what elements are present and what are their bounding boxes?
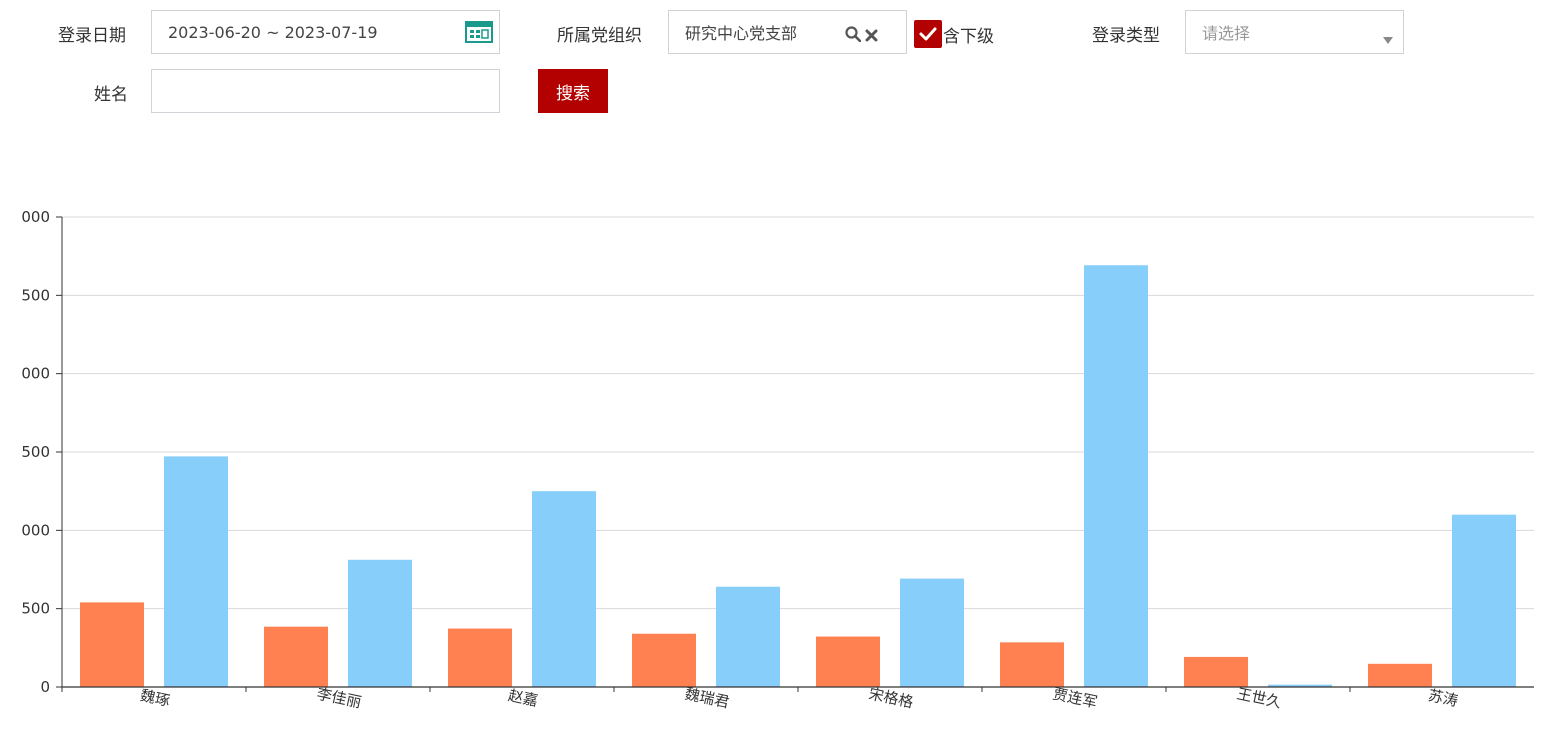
x-tick-label: 赵嘉 [506, 686, 539, 710]
dropdown-arrow-icon[interactable] [1383, 29, 1393, 48]
bar-series-1 [448, 628, 512, 687]
x-tick-label: 宋格格 [867, 685, 915, 712]
party-org-value: 研究中心党支部 [685, 24, 798, 43]
bar-series-1 [264, 626, 328, 687]
search-button[interactable]: 搜索 [538, 69, 608, 113]
x-tick-label: 贾连军 [1051, 685, 1099, 712]
calendar-icon[interactable] [465, 21, 493, 47]
bar-series-1 [816, 636, 880, 687]
y-tick-label: 500 [21, 600, 50, 618]
y-tick-label: 000 [21, 365, 50, 383]
bar-series-2 [716, 586, 780, 687]
checkmark-icon [919, 27, 937, 41]
x-tick-label: 王世久 [1235, 685, 1283, 712]
name-input[interactable] [151, 69, 500, 113]
clear-icon[interactable] [865, 27, 878, 46]
bar-series-1 [632, 633, 696, 687]
y-tick-label: 000 [21, 208, 50, 226]
y-tick-label: 500 [21, 286, 50, 304]
bar-series-1 [1368, 663, 1432, 687]
bar-series-1 [80, 602, 144, 687]
x-tick-label: 魏瑞君 [683, 685, 731, 712]
bar-series-2 [348, 559, 412, 687]
bar-series-1 [1184, 656, 1248, 687]
bar-series-2 [532, 491, 596, 687]
login-type-select[interactable]: 请选择 [1185, 10, 1404, 54]
bar-series-2 [900, 578, 964, 687]
x-tick-label: 魏琢 [138, 686, 171, 710]
bar-series-2 [1452, 514, 1516, 687]
y-tick-label: 0 [40, 678, 50, 696]
y-tick-label: 500 [21, 443, 50, 461]
login-date-label: 登录日期 [58, 26, 126, 46]
login-type-placeholder: 请选择 [1202, 24, 1251, 43]
include-subordinate-label[interactable]: 含下级 [943, 22, 994, 47]
party-org-label: 所属党组织 [557, 26, 642, 46]
bar-series-2 [164, 456, 228, 687]
bar-series-2 [1084, 265, 1148, 687]
search-icon[interactable] [845, 26, 862, 46]
x-tick-label: 李佳丽 [315, 685, 363, 712]
y-tick-label: 000 [21, 521, 50, 539]
date-range-value: 2023-06-20 ~ 2023-07-19 [168, 22, 378, 42]
x-tick-label: 苏涛 [1426, 686, 1459, 710]
date-range-input[interactable]: 2023-06-20 ~ 2023-07-19 [151, 10, 500, 54]
login-bar-chart: 0 500 000 500 000 500 000 魏琢 李佳丽 赵嘉 魏瑞君 宋格格 贾连军 王世久 苏涛 [21, 208, 1534, 712]
bar-series-1 [1000, 642, 1064, 687]
login-type-label: 登录类型 [1092, 26, 1160, 46]
name-label: 姓名 [94, 85, 128, 105]
include-subordinate-checkbox[interactable] [914, 20, 942, 48]
party-org-input[interactable]: 研究中心党支部 [668, 10, 907, 54]
